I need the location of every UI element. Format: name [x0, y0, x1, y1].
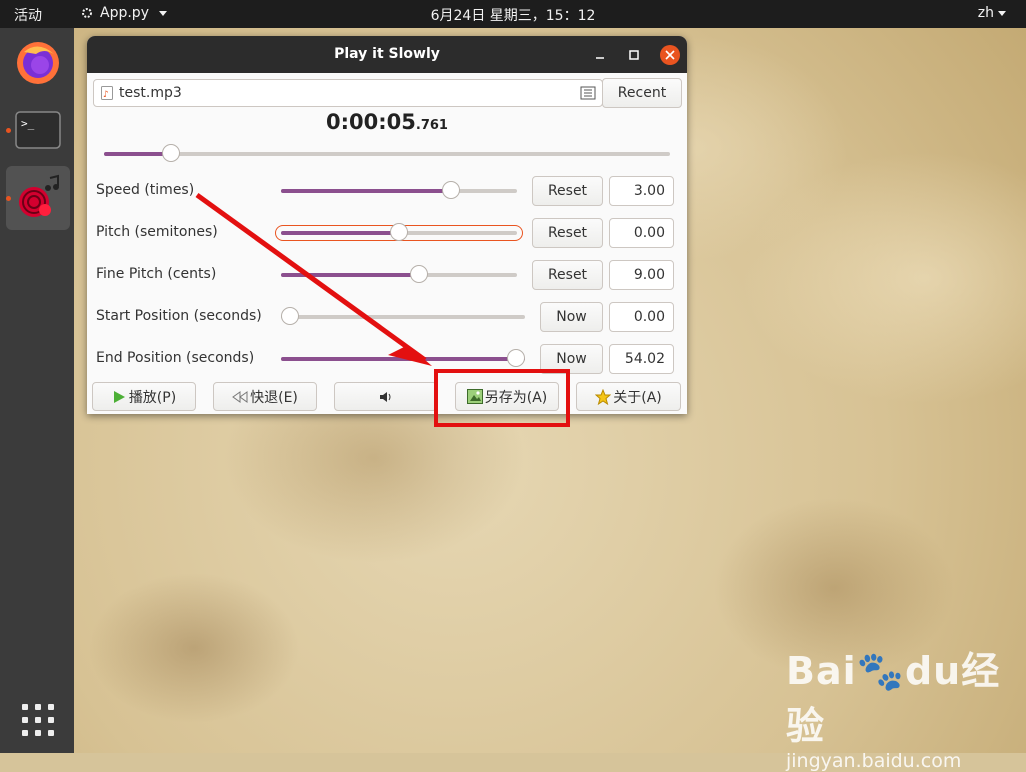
- annotation-highlight-box: [434, 369, 570, 427]
- watermark-url: jingyan.baidu.com: [786, 750, 962, 772]
- paw-icon: 🐾: [856, 649, 905, 693]
- watermark-brand2: du: [904, 649, 962, 693]
- watermark-brand: Bai: [786, 649, 857, 693]
- baidu-watermark: Bai🐾du经验 jingyan.baidu.com: [786, 640, 1026, 772]
